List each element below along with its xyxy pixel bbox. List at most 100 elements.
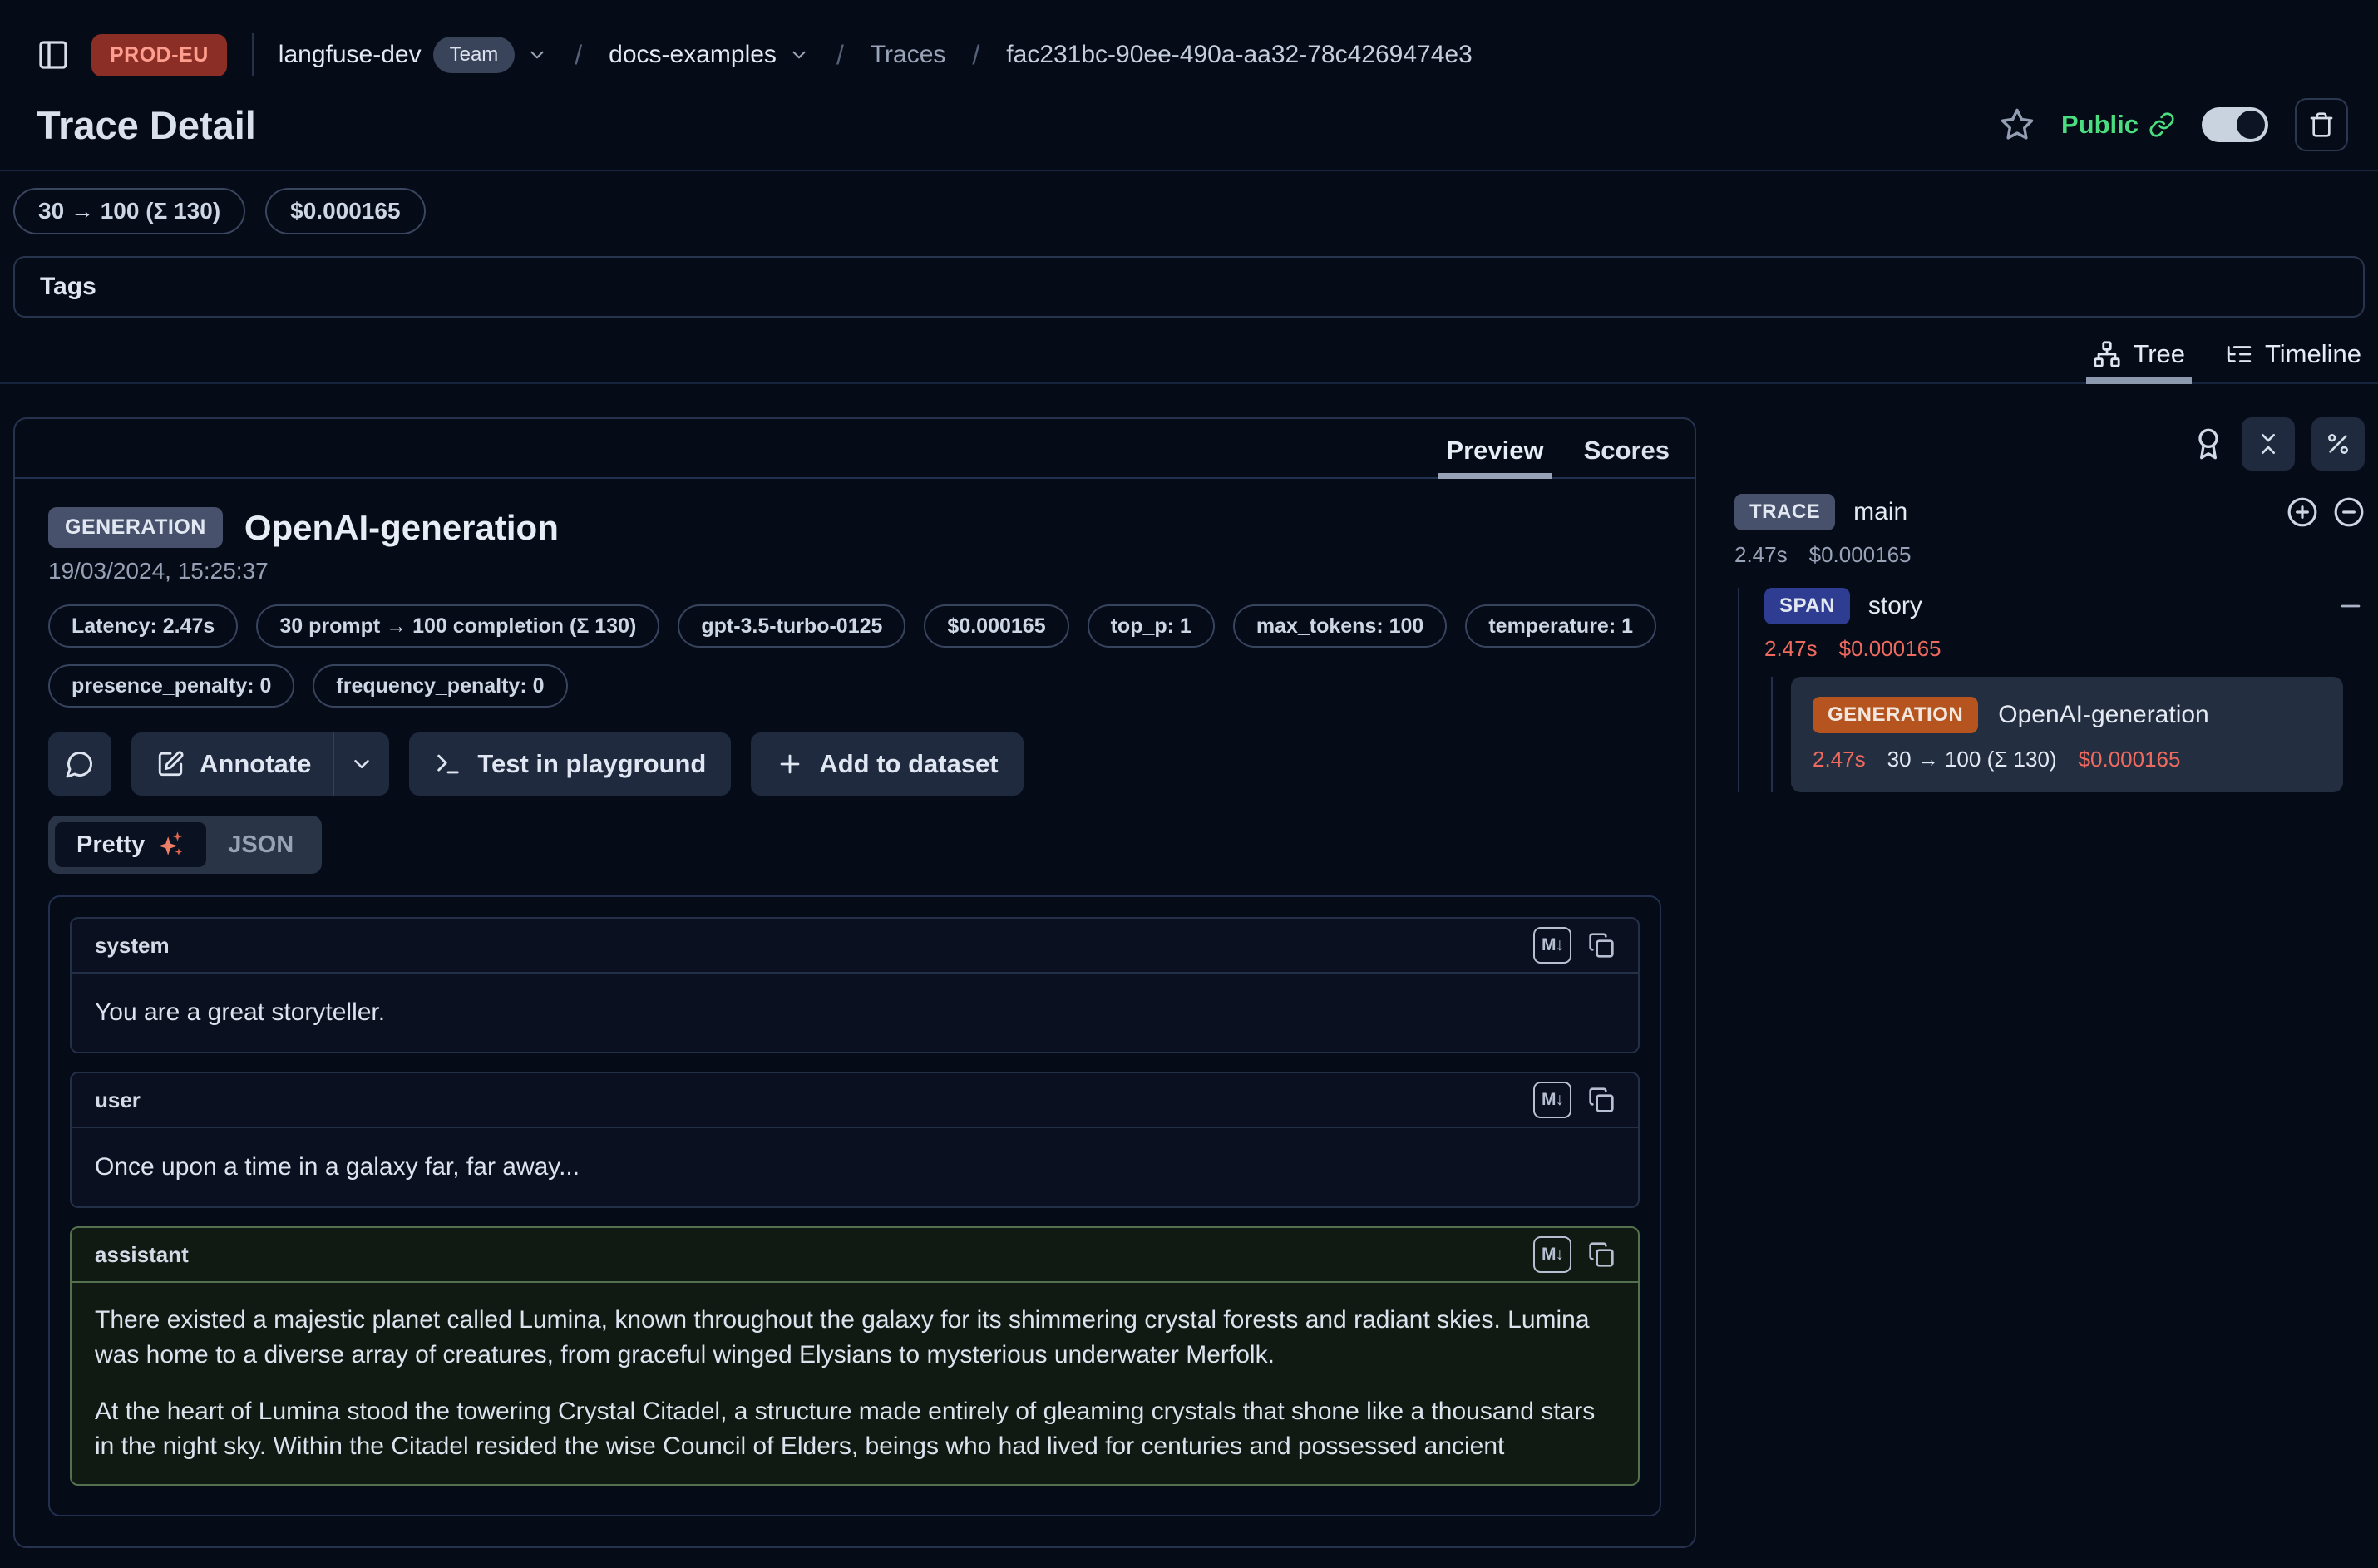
- markdown-toggle-icon[interactable]: M↓: [1533, 927, 1571, 964]
- model-badge[interactable]: gpt-3.5-turbo-0125: [678, 604, 905, 648]
- trace-cost: $0.000165: [1809, 542, 1912, 568]
- chevron-down-icon[interactable]: [526, 44, 548, 66]
- chevron-down-icon[interactable]: [788, 44, 810, 66]
- breadcrumb-traces[interactable]: Traces: [871, 41, 946, 69]
- generation-latency: 2.47s: [1813, 747, 1866, 772]
- markdown-toggle-icon[interactable]: M↓: [1533, 1236, 1571, 1273]
- latency-badge: Latency: 2.47s: [48, 604, 238, 648]
- json-label: JSON: [228, 831, 294, 859]
- timeline-icon: [2225, 340, 2253, 368]
- message-role: assistant: [95, 1242, 189, 1268]
- delete-trace-button[interactable]: [2295, 98, 2348, 151]
- tree-controls: [1734, 417, 2365, 471]
- collapse-all-button[interactable]: [2242, 417, 2295, 471]
- sidebar-toggle-icon[interactable]: [37, 38, 70, 71]
- add-to-dataset-label: Add to dataset: [819, 749, 998, 779]
- title-row: Trace Detail Public: [0, 80, 2378, 151]
- add-to-dataset-button[interactable]: Add to dataset: [751, 732, 1023, 796]
- terminal-icon: [434, 750, 462, 778]
- message-system: system M↓ You are a great storyteller.: [70, 917, 1640, 1053]
- format-pretty-option[interactable]: Pretty: [55, 822, 206, 867]
- copy-icon[interactable]: [1588, 1241, 1615, 1268]
- org-name[interactable]: langfuse-dev: [279, 41, 422, 69]
- message-icons: M↓: [1533, 927, 1615, 964]
- public-toggle[interactable]: [2202, 107, 2268, 142]
- award-icon[interactable]: [2192, 427, 2225, 461]
- trace-summary: 30 → 100 (Σ 130) $0.000165: [13, 188, 2365, 234]
- span-type-badge: SPAN: [1764, 588, 1850, 624]
- copy-icon[interactable]: [1588, 932, 1615, 959]
- token-usage-badge: 30 → 100 (Σ 130): [13, 188, 245, 234]
- breadcrumb-separator: /: [967, 40, 984, 71]
- breadcrumb-project[interactable]: docs-examples: [609, 41, 810, 69]
- tab-timeline-label: Timeline: [2265, 339, 2361, 369]
- format-json-option[interactable]: JSON: [206, 822, 315, 867]
- zoom-out-icon[interactable]: [2333, 496, 2365, 528]
- zoom-in-icon[interactable]: [2287, 496, 2318, 528]
- message-content: There existed a majestic planet called L…: [72, 1283, 1638, 1484]
- message-header: assistant M↓: [72, 1228, 1638, 1283]
- span-name: story: [1868, 592, 1922, 620]
- message-user: user M↓ Once upon a time in a galaxy far…: [70, 1072, 1640, 1208]
- annotate-split-button: Annotate: [131, 732, 389, 796]
- annotate-dropdown-button[interactable]: [334, 732, 389, 796]
- tab-timeline[interactable]: Timeline: [2225, 339, 2361, 382]
- comments-button[interactable]: [48, 732, 111, 796]
- tags-label: Tags: [40, 273, 96, 301]
- collapse-node-icon[interactable]: [2336, 592, 2365, 620]
- tree-node-trace[interactable]: TRACE main: [1734, 494, 2365, 530]
- tags-field[interactable]: Tags: [13, 256, 2365, 318]
- trace-type-badge: TRACE: [1734, 494, 1835, 530]
- public-link[interactable]: Public: [2061, 110, 2175, 140]
- top-bar: PROD-EU langfuse-dev Team / docs-example…: [0, 0, 2378, 80]
- observation-card: Preview Scores GENERATION OpenAI-generat…: [13, 417, 1696, 1548]
- generation-name: OpenAI-generation: [1998, 701, 2209, 729]
- chevrons-collapse-icon: [2255, 431, 2282, 457]
- message-content: Once upon a time in a galaxy far, far aw…: [72, 1128, 1638, 1206]
- title-actions: Public: [2000, 98, 2348, 151]
- show-percentages-button[interactable]: [2311, 417, 2365, 471]
- tree-node-generation-selected[interactable]: GENERATION OpenAI-generation 2.47s 30 → …: [1791, 677, 2343, 792]
- observation-metadata-badges: Latency: 2.47s 30 prompt → 100 completio…: [48, 604, 1661, 708]
- link-icon: [2149, 111, 2175, 138]
- test-in-playground-button[interactable]: Test in playground: [409, 732, 731, 796]
- presence-penalty-badge: presence_penalty: 0: [48, 664, 294, 708]
- observation-tabs: Preview Scores: [15, 419, 1695, 479]
- star-bookmark-icon[interactable]: [2000, 107, 2035, 142]
- frequency-penalty-badge: frequency_penalty: 0: [313, 664, 567, 708]
- copy-icon[interactable]: [1588, 1087, 1615, 1113]
- message-icons: M↓: [1533, 1082, 1615, 1118]
- generation-type-badge: GENERATION: [1813, 697, 1978, 733]
- tab-preview[interactable]: Preview: [1446, 436, 1543, 477]
- span-children: GENERATION OpenAI-generation 2.47s 30 → …: [1771, 677, 2365, 792]
- breadcrumb-trace-id[interactable]: fac231bc-90ee-490a-aa32-78c4269474e3: [1006, 41, 1472, 69]
- percent-icon: [2325, 431, 2351, 457]
- temperature-badge: temperature: 1: [1465, 604, 1656, 648]
- sparkles-icon: [156, 831, 185, 859]
- pretty-label: Pretty: [76, 831, 145, 859]
- breadcrumb-org[interactable]: langfuse-dev Team: [279, 37, 548, 73]
- message-content: You are a great storyteller.: [72, 974, 1638, 1052]
- message-role: user: [95, 1087, 141, 1113]
- environment-badge[interactable]: PROD-EU: [91, 34, 227, 76]
- annotate-label: Annotate: [200, 749, 311, 779]
- message-header: system M↓: [72, 919, 1638, 974]
- messages-container: system M↓ You are a great storyteller. u…: [48, 895, 1661, 1516]
- tree-node-span[interactable]: SPAN story: [1764, 588, 2365, 624]
- public-label: Public: [2061, 110, 2139, 140]
- markdown-toggle-icon[interactable]: M↓: [1533, 1082, 1571, 1118]
- message-header: user M↓: [72, 1073, 1638, 1128]
- trash-icon: [2308, 111, 2335, 138]
- generation-metrics: 2.47s 30 → 100 (Σ 130) $0.000165: [1813, 747, 2321, 772]
- annotate-button[interactable]: Annotate: [131, 732, 333, 796]
- message-role: system: [95, 933, 170, 959]
- observation-actions: Annotate Test in playground Add to datas…: [48, 732, 1661, 796]
- breadcrumb-separator: /: [570, 40, 587, 71]
- trace-children: SPAN story 2.47s $0.000165 GENERATION Op…: [1738, 588, 2365, 792]
- tree-icon: [2093, 340, 2121, 368]
- message-text: Once upon a time in a galaxy far, far aw…: [95, 1150, 1615, 1185]
- tab-scores[interactable]: Scores: [1584, 436, 1670, 477]
- tab-tree[interactable]: Tree: [2093, 339, 2185, 382]
- project-name[interactable]: docs-examples: [609, 41, 777, 69]
- cost-badge: $0.000165: [924, 604, 1068, 648]
